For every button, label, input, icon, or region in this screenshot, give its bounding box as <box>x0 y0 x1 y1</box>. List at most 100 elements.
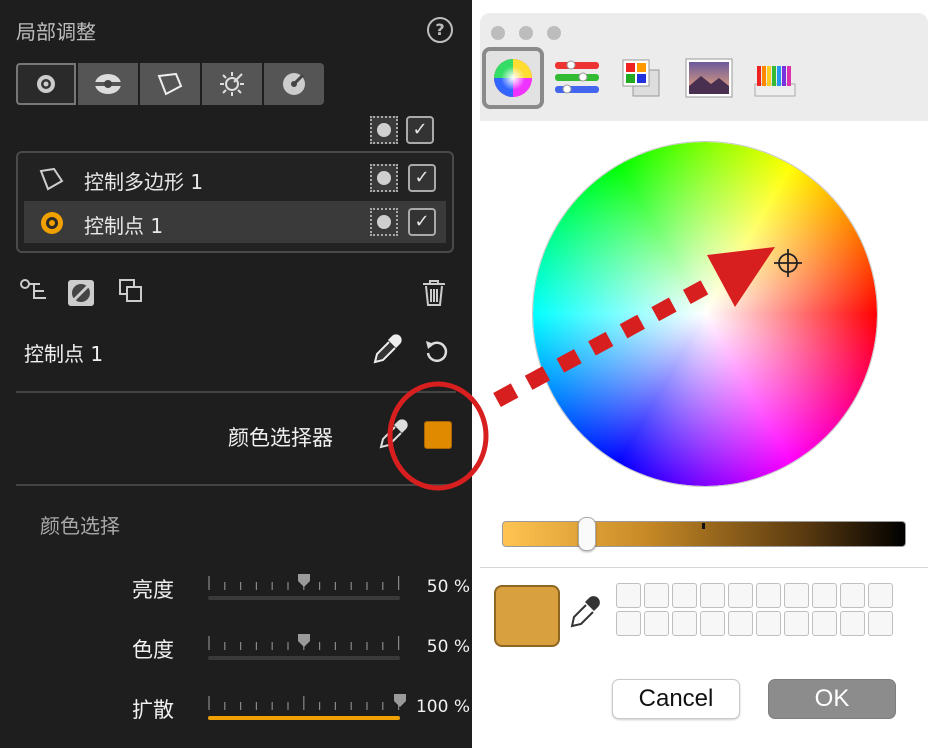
color-sliders-mode[interactable] <box>546 47 608 109</box>
slider-label: 扩散 <box>132 698 174 722</box>
section-heading: 颜色选择 <box>40 514 120 538</box>
help-button[interactable]: ? <box>427 17 453 43</box>
slider-fill <box>208 596 304 600</box>
empty-swatch[interactable] <box>672 583 697 608</box>
image-palettes-mode[interactable] <box>678 47 740 109</box>
selected-item-name: 控制点 1 <box>24 342 104 366</box>
eyedropper-icon[interactable] <box>378 418 410 452</box>
point-sun-icon <box>220 72 244 96</box>
empty-swatch[interactable] <box>700 611 725 636</box>
radial-tool[interactable] <box>78 63 138 105</box>
ok-button[interactable]: OK <box>768 679 896 719</box>
list-item[interactable]: 控制多边形 1 ✓ <box>24 157 446 199</box>
slider-label: 亮度 <box>132 578 174 602</box>
divider <box>16 484 456 486</box>
local-adjustments-panel: 局部调整 ? ✓ 控制多边形 1 ✓ 控制点 1 ✓ 控制点 1 颜色选择器 颜… <box>0 0 472 748</box>
empty-swatch[interactable] <box>840 583 865 608</box>
empty-swatch[interactable] <box>868 611 893 636</box>
mask-toggle[interactable] <box>370 208 398 236</box>
visibility-checkbox[interactable]: ✓ <box>408 208 436 236</box>
brightness-marker <box>702 523 705 529</box>
slider-row: 亮度 50 % <box>0 568 472 608</box>
slider-track[interactable] <box>208 596 400 600</box>
image-palettes-icon <box>685 58 733 98</box>
color-wheel-mode[interactable] <box>482 47 544 109</box>
master-checkbox[interactable]: ✓ <box>406 116 434 144</box>
brush-point-tool[interactable] <box>202 63 262 105</box>
brightness-thumb[interactable] <box>578 517 596 551</box>
slider-thumb[interactable] <box>392 692 408 708</box>
empty-swatch[interactable] <box>728 611 753 636</box>
divider <box>480 567 928 568</box>
empty-swatch[interactable] <box>644 583 669 608</box>
empty-swatch[interactable] <box>756 583 781 608</box>
control-point-tool[interactable] <box>16 63 76 105</box>
radial-icon <box>95 74 121 94</box>
color-picker-window: Cancel OK <box>480 13 928 735</box>
empty-swatch[interactable] <box>812 583 837 608</box>
tool-selector <box>16 63 324 105</box>
divider <box>16 391 456 393</box>
color-selector-label: 颜色选择器 <box>228 426 333 450</box>
empty-swatch[interactable] <box>840 611 865 636</box>
pencils-icon <box>754 66 796 97</box>
empty-swatch[interactable] <box>812 611 837 636</box>
eyedropper-icon[interactable] <box>372 333 404 367</box>
mask-toggle[interactable] <box>370 164 398 192</box>
reset-icon[interactable] <box>424 338 450 364</box>
duplicate-icon[interactable] <box>118 278 144 304</box>
empty-swatch[interactable] <box>616 583 641 608</box>
slider-track[interactable] <box>208 716 400 720</box>
visibility-checkbox[interactable]: ✓ <box>408 164 436 192</box>
list-item-selected[interactable]: 控制点 1 ✓ <box>24 201 446 243</box>
empty-swatch[interactable] <box>784 583 809 608</box>
hierarchy-icon[interactable] <box>20 278 48 304</box>
slider-thumb[interactable] <box>296 632 312 648</box>
pencils-mode[interactable] <box>744 47 806 109</box>
adjustment-list: 控制多边形 1 ✓ 控制点 1 ✓ <box>16 151 454 253</box>
empty-swatch[interactable] <box>700 583 725 608</box>
list-item-label: 控制多边形 1 <box>84 170 204 194</box>
slider-value: 50 % <box>426 577 470 597</box>
color-wheel[interactable] <box>532 141 878 487</box>
gradient-tool[interactable] <box>264 63 324 105</box>
close-button[interactable] <box>491 26 505 40</box>
minimize-button[interactable] <box>519 26 533 40</box>
color-mode-toolbar <box>480 45 928 121</box>
current-color-well[interactable] <box>494 585 560 647</box>
master-mask-toggle[interactable] <box>370 116 398 144</box>
mask-icon <box>377 123 391 137</box>
empty-swatch[interactable] <box>784 611 809 636</box>
empty-swatch[interactable] <box>868 583 893 608</box>
gradient-icon <box>283 73 305 95</box>
slider-track[interactable] <box>208 656 400 660</box>
zoom-button[interactable] <box>547 26 561 40</box>
color-palettes-mode[interactable] <box>610 47 672 109</box>
slider-row: 色度 50 % <box>0 628 472 668</box>
slider-thumb[interactable] <box>296 572 312 588</box>
trash-icon[interactable] <box>420 278 448 308</box>
crosshair-icon[interactable] <box>774 249 802 277</box>
empty-swatch[interactable] <box>644 611 669 636</box>
list-item-label: 控制点 1 <box>84 214 164 238</box>
slider-value: 50 % <box>426 637 470 657</box>
color-wheel-view: Cancel OK <box>480 121 928 735</box>
slider-row: 扩散 100 % <box>0 688 472 728</box>
selected-color-swatch[interactable] <box>424 421 452 449</box>
swatch-grid <box>616 583 893 636</box>
slider-fill <box>208 716 400 720</box>
mask-invert-icon[interactable] <box>66 278 96 308</box>
empty-swatch[interactable] <box>756 611 781 636</box>
empty-swatch[interactable] <box>616 611 641 636</box>
empty-swatch[interactable] <box>672 611 697 636</box>
color-wheel-icon <box>494 59 532 97</box>
slider-fill <box>208 656 304 660</box>
polygon-icon <box>39 167 64 191</box>
cancel-button[interactable]: Cancel <box>612 679 740 719</box>
empty-swatch[interactable] <box>728 583 753 608</box>
panel-title: 局部调整 <box>16 20 96 44</box>
saturation-overlay <box>533 142 877 486</box>
eyedropper-icon[interactable] <box>568 595 602 631</box>
control-point-icon <box>41 212 63 234</box>
polygon-tool[interactable] <box>140 63 200 105</box>
